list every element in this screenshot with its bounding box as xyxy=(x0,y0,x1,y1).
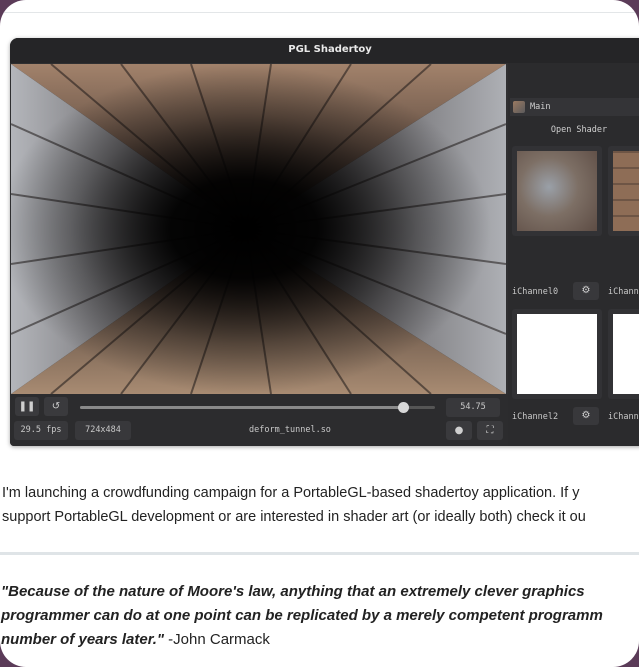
section-divider xyxy=(0,552,639,555)
channel2-slot[interactable] xyxy=(512,309,602,399)
channel1-texture xyxy=(613,151,639,231)
pause-button[interactable]: ❚❚ xyxy=(15,397,39,416)
record-icon: ● xyxy=(454,425,464,436)
time-slider-fill xyxy=(80,406,404,409)
channel0-label: iChannel0 xyxy=(512,287,559,297)
channel3-slot[interactable] xyxy=(608,309,639,399)
record-button[interactable]: ● xyxy=(446,421,472,440)
shader-viewport[interactable] xyxy=(11,64,506,394)
page-card: PGL Shadertoy ❚❚ ↺ 54.75 29.5 fps 724x48… xyxy=(0,0,639,667)
time-display: 54.75 xyxy=(446,398,500,417)
main-tab[interactable]: Main xyxy=(510,98,639,116)
channel-sidebar: Main Open Shader iChannel0 ⚙ iChann iCha… xyxy=(508,63,639,446)
quote-line: programmer can do at one point can be re… xyxy=(1,607,603,624)
channel2-texture xyxy=(517,314,597,394)
quote-line: number of years later." xyxy=(1,631,165,648)
main-thumbnail xyxy=(513,101,525,113)
fps-display: 29.5 fps xyxy=(14,421,68,440)
main-tab-label: Main xyxy=(530,102,551,112)
fullscreen-icon: ⛶ xyxy=(486,425,494,436)
tunnel-render xyxy=(11,64,506,394)
open-shader-button[interactable]: Open Shader xyxy=(508,122,639,138)
pause-icon: ❚❚ xyxy=(18,401,36,412)
quote-block: "Because of the nature of Moore's law, a… xyxy=(1,580,639,652)
gear-icon: ⚙ xyxy=(581,410,591,421)
fullscreen-button[interactable]: ⛶ xyxy=(477,421,503,440)
channel0-slot[interactable] xyxy=(512,146,602,236)
channel1-label: iChann xyxy=(608,287,639,297)
channel2-settings-button[interactable]: ⚙ xyxy=(573,407,599,425)
app-window: PGL Shadertoy ❚❚ ↺ 54.75 29.5 fps 724x48… xyxy=(10,38,639,446)
channel2-label: iChannel2 xyxy=(512,412,559,422)
window-title: PGL Shadertoy xyxy=(288,44,372,55)
time-slider[interactable] xyxy=(80,402,435,413)
title-bar[interactable]: PGL Shadertoy xyxy=(10,38,639,63)
channel1-slot[interactable] xyxy=(608,146,639,236)
channel0-settings-button[interactable]: ⚙ xyxy=(573,282,599,300)
article-paragraph: I'm launching a crowdfunding campaign fo… xyxy=(2,481,639,529)
time-slider-knob[interactable] xyxy=(398,402,410,413)
channel0-texture xyxy=(517,151,597,231)
resolution-display: 724x484 xyxy=(75,421,131,440)
quote-attribution: -John Carmack xyxy=(164,631,270,648)
paragraph-line: support PortableGL development or are in… xyxy=(2,509,586,525)
restart-icon: ↺ xyxy=(51,401,61,412)
divider xyxy=(0,12,639,13)
gear-icon: ⚙ xyxy=(581,285,591,296)
quote-line: "Because of the nature of Moore's law, a… xyxy=(1,583,585,600)
paragraph-line: I'm launching a crowdfunding campaign fo… xyxy=(2,485,580,501)
channel3-texture xyxy=(613,314,639,394)
shader-filename: deform_tunnel.so xyxy=(249,425,331,435)
channel3-label: iChann xyxy=(608,412,639,422)
playback-controls: ❚❚ ↺ 54.75 29.5 fps 724x484 deform_tunne… xyxy=(10,394,508,446)
restart-button[interactable]: ↺ xyxy=(44,397,68,416)
